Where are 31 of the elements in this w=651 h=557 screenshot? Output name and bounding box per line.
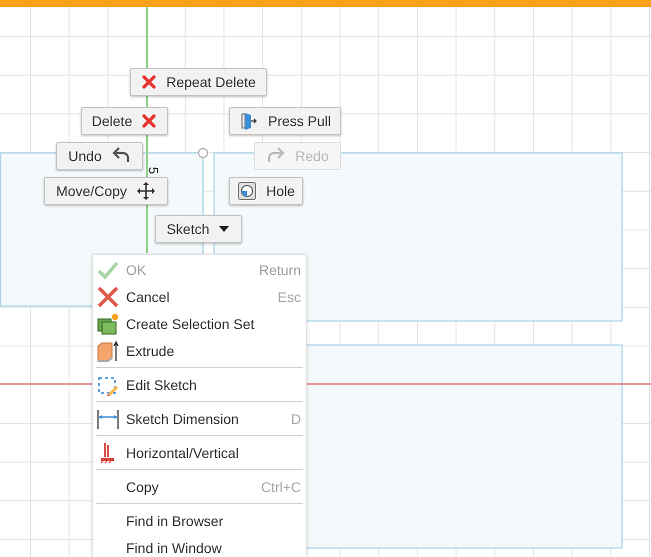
menu-item[interactable]: Sketch Dimension D (93, 405, 306, 432)
shortcut-label: Return (258, 262, 301, 278)
shortcut-label: D (290, 410, 301, 426)
menu-item[interactable]: Horizontal/Vertical (93, 439, 306, 466)
sketch-point (198, 148, 208, 158)
move-icon (136, 181, 156, 201)
marking-menu-button[interactable]: Repeat Delete (130, 68, 267, 96)
close-icon (141, 113, 158, 129)
caret-icon (218, 224, 230, 234)
marking-menu-button[interactable]: Delete (81, 107, 168, 135)
marking-menu-button[interactable]: Undo (56, 142, 143, 170)
menu-item[interactable]: Cancel Esc (93, 283, 306, 310)
menu-item[interactable]: Edit Sketch (93, 371, 306, 398)
selection-set-icon (96, 312, 120, 336)
menu-item[interactable]: Extrude (93, 337, 306, 364)
shortcut-label: Esc (278, 288, 301, 304)
marking-menu-button[interactable]: Sketch (155, 215, 242, 243)
extrude-icon (96, 338, 120, 362)
menu-item[interactable]: Copy Ctrl+C (93, 473, 306, 500)
close-icon (141, 74, 158, 90)
dimension-label: 5 (147, 166, 160, 174)
shortcut-label: Ctrl+C (260, 478, 301, 494)
marking-menu-button[interactable]: Hole (229, 177, 303, 205)
menu-item[interactable]: Find in Window (93, 534, 306, 557)
press-pull-icon (238, 111, 259, 131)
close-icon (96, 284, 120, 308)
menu-item[interactable]: Find in Browser (93, 507, 306, 534)
marking-menu-button[interactable]: Press Pull (229, 107, 341, 135)
hole-icon (237, 181, 258, 201)
menu-item[interactable]: Create Selection Set (93, 310, 306, 337)
marking-menu-button[interactable]: Move/Copy (44, 177, 168, 205)
